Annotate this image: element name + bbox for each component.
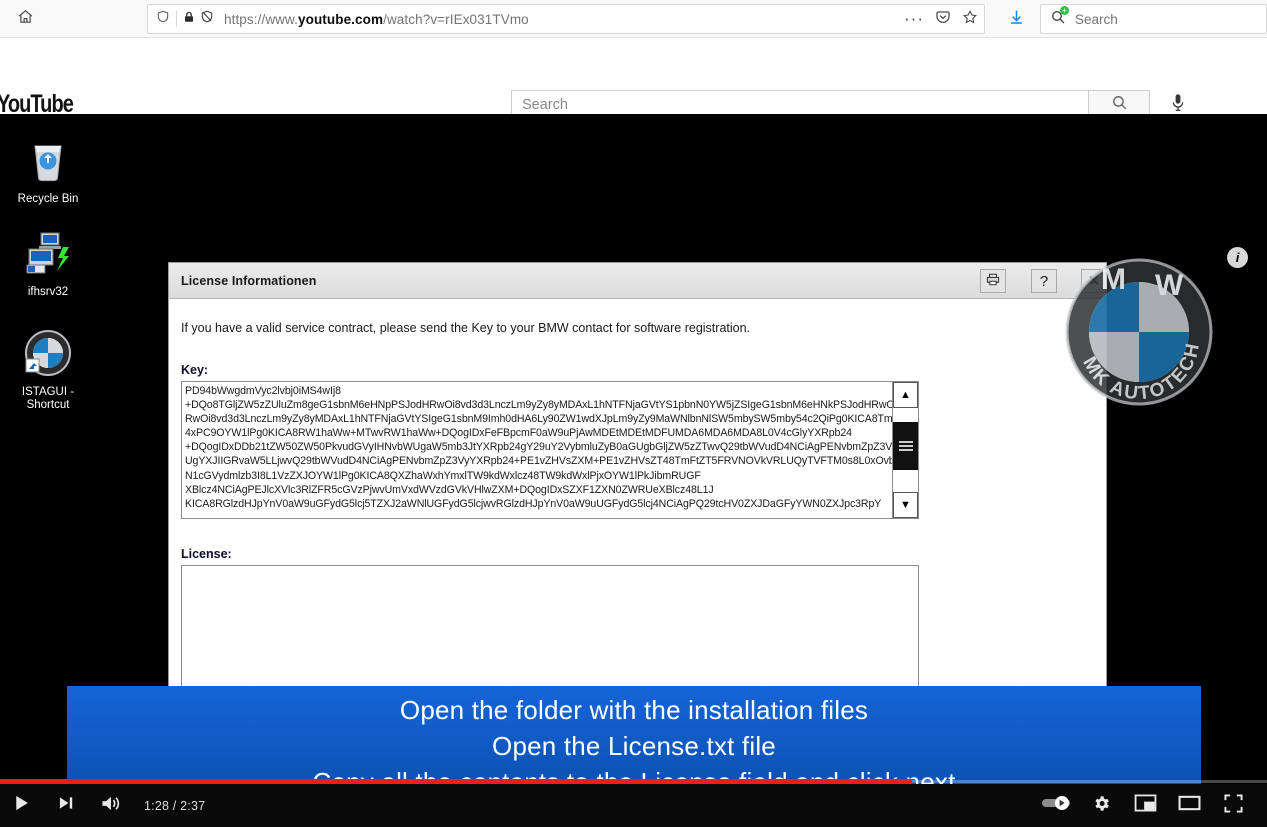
scroll-thumb[interactable]	[893, 422, 918, 470]
desktop-icon-recycle-bin[interactable]: Recycle Bin	[0, 136, 96, 206]
browser-toolbar: https://www.youtube.com/watch?v=rIEx031T…	[0, 0, 1267, 38]
key-scrollbar[interactable]: ▲ ▼	[892, 382, 918, 518]
desktop-icon-label: Recycle Bin	[17, 193, 79, 205]
print-button[interactable]	[980, 269, 1006, 293]
browser-search-placeholder: Search	[1075, 11, 1118, 27]
dialog-title-bar: License Informationen ? ✕	[169, 263, 1107, 299]
youtube-masthead: YouTube Search	[0, 38, 1267, 120]
star-icon[interactable]	[962, 9, 978, 30]
play-icon	[15, 795, 30, 816]
autoplay-toggle[interactable]	[1035, 784, 1079, 827]
mk-autotech-watermark: M W MK AUTOTECH	[1063, 257, 1216, 407]
network-server-icon	[0, 229, 96, 281]
shield-icon[interactable]	[156, 9, 170, 29]
recycle-bin-icon	[0, 136, 96, 188]
scroll-grip-icon	[898, 439, 913, 453]
padlock-icon[interactable]	[183, 10, 195, 29]
fullscreen-button[interactable]	[1211, 784, 1255, 827]
autoplay-toggle-icon	[1042, 796, 1072, 815]
license-label: License:	[181, 547, 232, 561]
volume-icon	[101, 795, 120, 817]
help-button[interactable]: ?	[1031, 269, 1057, 293]
player-right-controls	[1035, 784, 1267, 827]
desktop-icon-ifhsrv32[interactable]: ifhsrv32	[0, 229, 96, 299]
bmw-logo-icon	[0, 329, 96, 381]
search-magnifier-icon: +	[1050, 5, 1069, 30]
scroll-track[interactable]	[893, 408, 918, 492]
identity-box	[148, 9, 220, 29]
theater-mode-button[interactable]	[1167, 784, 1211, 827]
video-info-button[interactable]: i	[1227, 247, 1248, 268]
divider	[176, 11, 177, 27]
gear-icon	[1092, 794, 1111, 818]
miniplayer-icon	[1134, 794, 1157, 817]
key-textarea[interactable]: PD94bWwgdmVyc2lvbj0iMS4wIj8 +DQo8TGljZW5…	[181, 381, 919, 519]
dialog-body: If you have a valid service contract, pl…	[169, 299, 1106, 708]
browser-search-bar[interactable]: + Search	[1040, 4, 1267, 34]
scroll-down-arrow-icon[interactable]: ▼	[893, 492, 918, 518]
desktop-icon-label: ISTAGUI - Shortcut	[21, 386, 75, 411]
printer-icon	[986, 273, 1000, 290]
caption-line: Open the folder with the installation fi…	[399, 695, 869, 725]
svg-text:M: M	[1101, 263, 1126, 296]
key-label: Key:	[181, 363, 209, 377]
home-icon	[17, 8, 34, 30]
dialog-intro-text: If you have a valid service contract, pl…	[181, 321, 751, 335]
dialog-title: License Informationen	[181, 273, 317, 288]
desktop-icon-istagui[interactable]: ISTAGUI - Shortcut	[0, 329, 96, 412]
player-controls: 1:28 / 2:37	[0, 784, 1267, 827]
video-timecode: 1:28 / 2:37	[144, 798, 206, 813]
settings-button[interactable]	[1079, 784, 1123, 827]
download-arrow-icon	[1008, 8, 1025, 31]
key-text-content: PD94bWwgdmVyc2lvbj0iMS4wIj8 +DQo8TGljZW5…	[185, 385, 892, 510]
play-button[interactable]	[0, 784, 44, 827]
miniplayer-button[interactable]	[1123, 784, 1167, 827]
search-magnifier-icon	[1111, 94, 1128, 116]
info-icon: i	[1235, 250, 1240, 265]
desktop-icon-label: ifhsrv32	[27, 286, 69, 298]
ellipsis-icon[interactable]: ···	[904, 10, 924, 27]
downloads-button[interactable]	[1000, 4, 1032, 34]
video-player[interactable]: Recycle Bin ifhsrv32 ISTAGUI - Shortcut …	[0, 114, 1267, 827]
caption-line: Open the License.txt file	[492, 731, 776, 761]
svg-text:W: W	[1155, 269, 1184, 302]
scroll-up-arrow-icon[interactable]: ▲	[893, 382, 918, 408]
url-text: https://www.youtube.com/watch?v=rIEx031T…	[224, 11, 529, 27]
theater-mode-icon	[1178, 794, 1201, 817]
volume-button[interactable]	[88, 784, 132, 827]
next-track-icon	[59, 796, 74, 815]
fullscreen-icon	[1223, 793, 1243, 818]
home-button[interactable]	[6, 4, 44, 34]
next-video-button[interactable]	[44, 784, 88, 827]
url-bar[interactable]: https://www.youtube.com/watch?v=rIEx031T…	[147, 4, 985, 34]
pocket-icon[interactable]	[935, 9, 951, 30]
tracking-protection-icon[interactable]	[200, 9, 214, 29]
